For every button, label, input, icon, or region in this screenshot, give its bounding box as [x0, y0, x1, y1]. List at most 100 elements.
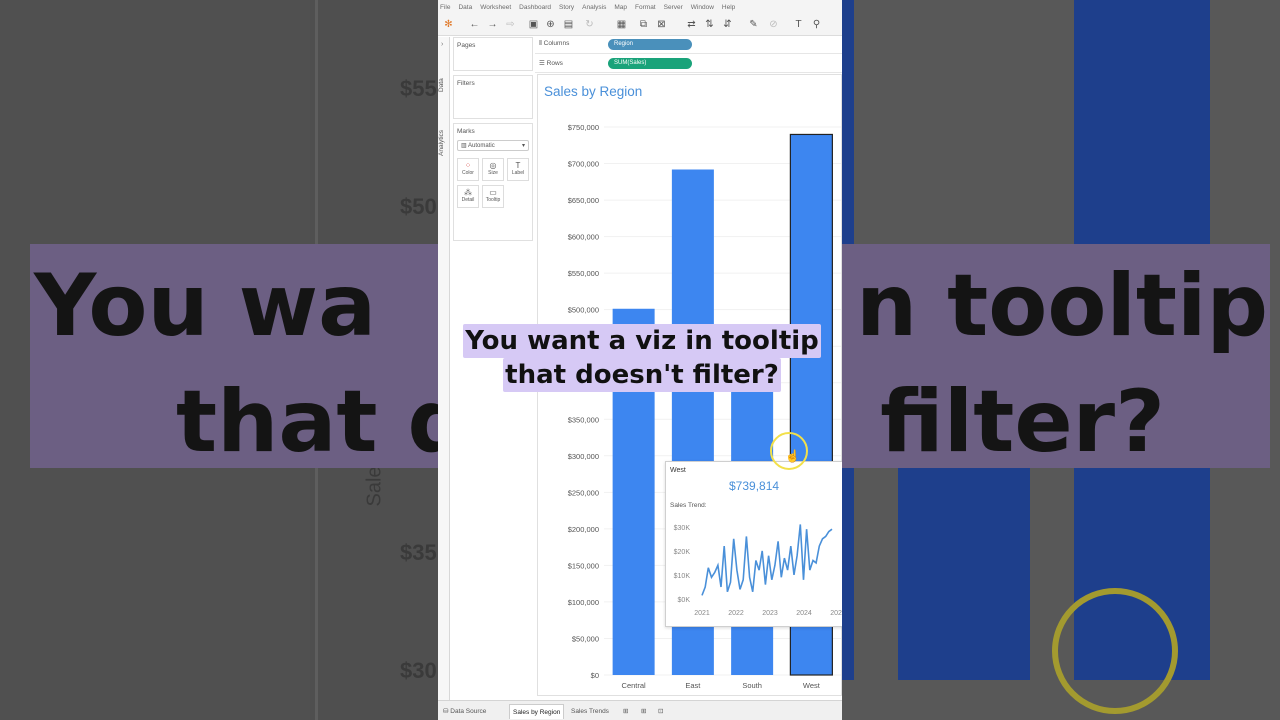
pause-updates-icon[interactable]: ▤	[563, 19, 574, 30]
trend-x-tick: 2022	[728, 610, 744, 617]
columns-label: ⦀ Columns	[539, 40, 570, 47]
new-dashboard-icon[interactable]: ⊞	[638, 704, 649, 719]
x-tick-label: South	[742, 681, 762, 690]
rows-shelf[interactable]: ☰ Rows SUM(Sales)	[535, 55, 842, 73]
group-icon[interactable]: ⊘	[768, 19, 779, 30]
color-button[interactable]: ⁘ Color	[457, 158, 479, 181]
new-story-icon[interactable]: ⊡	[655, 704, 666, 719]
refresh-icon[interactable]: ↻	[584, 19, 595, 30]
menu-window[interactable]: Window	[691, 4, 714, 11]
filters-card[interactable]: Filters	[453, 75, 533, 119]
pages-card[interactable]: Pages	[453, 37, 533, 71]
sum-sales-pill[interactable]: SUM(Sales)	[608, 58, 692, 69]
bg-bar	[898, 468, 1030, 680]
trend-y-tick: $0K	[678, 597, 691, 604]
collapse-arrow-icon[interactable]: ›	[441, 41, 443, 48]
bg-caption-text: n tooltip	[856, 256, 1269, 356]
bg-axis-label: $35	[400, 540, 437, 565]
menu-help[interactable]: Help	[722, 4, 735, 11]
label-button[interactable]: T Label	[507, 158, 529, 181]
bar-chart-icon: ▥	[461, 143, 469, 149]
highlight-icon[interactable]: ✎	[748, 19, 759, 30]
save-icon[interactable]: ▣	[528, 19, 539, 30]
tooltip-button[interactable]: ▭ Tooltip	[482, 185, 504, 208]
bg-caption-text: that d	[176, 372, 469, 472]
bg-axis-label: $50	[400, 194, 437, 219]
size-icon: ◎	[489, 161, 497, 170]
menu-file[interactable]: File	[440, 4, 450, 11]
tab-analytics[interactable]: Analytics	[438, 125, 450, 160]
y-tick-label: $350,000	[568, 415, 599, 424]
trend-x-tick: 2021	[694, 610, 710, 617]
bg-caption-text: filter?	[880, 372, 1165, 472]
menu-bar: File Data Worksheet Dashboard Story Anal…	[438, 0, 842, 15]
trend-x-tick: 2025	[830, 610, 842, 617]
x-tick-label: West	[803, 681, 821, 690]
trend-x-tick: 2024	[796, 610, 812, 617]
menu-map[interactable]: Map	[614, 4, 627, 11]
mark-type-value: Automatic	[468, 143, 495, 149]
replay-icon[interactable]: ⇨	[505, 19, 516, 30]
pin-icon[interactable]: ⚲	[811, 19, 822, 30]
sort-desc-icon[interactable]: ⇵	[722, 19, 733, 30]
menu-worksheet[interactable]: Worksheet	[480, 4, 511, 11]
trend-line	[701, 524, 833, 596]
clear-sheet-icon[interactable]: ⊠	[656, 19, 667, 30]
sheet-tab-bar: ⛁ Data Source Sales by Region Sales Tren…	[438, 700, 842, 720]
y-tick-label: $150,000	[568, 561, 599, 570]
y-tick-label: $550,000	[568, 269, 599, 278]
color-label: Color	[462, 170, 474, 176]
y-tick-label: $50,000	[572, 634, 599, 643]
y-tick-label: $200,000	[568, 525, 599, 534]
text-icon: T	[515, 161, 521, 170]
y-tick-label: $500,000	[568, 306, 599, 315]
caption-overlay: You want a viz in tooltip that doesn't f…	[446, 324, 838, 392]
y-tick-label: $300,000	[568, 452, 599, 461]
redo-icon[interactable]: →	[487, 19, 498, 30]
chevron-down-icon: ▾	[521, 143, 525, 149]
tableau-logo-icon[interactable]: ✻	[443, 19, 454, 30]
swap-icon[interactable]: ⇄	[686, 19, 697, 30]
tab-data[interactable]: Data	[438, 75, 450, 95]
tab-sales-trends[interactable]: Sales Trends	[568, 704, 612, 719]
detail-icon: ⁂	[464, 188, 472, 197]
y-tick-label: $0	[591, 671, 599, 680]
size-label: Size	[488, 170, 498, 176]
labels-icon[interactable]: T	[793, 19, 804, 30]
bg-caption-text: You wa	[34, 256, 377, 356]
filters-title: Filters	[457, 80, 475, 87]
y-tick-label: $250,000	[568, 488, 599, 497]
mark-type-select[interactable]: ▥ Automatic ▾	[457, 140, 529, 151]
detail-button[interactable]: ⁂ Detail	[457, 185, 479, 208]
data-source-tab[interactable]: ⛁ Data Source	[440, 704, 489, 719]
hand-cursor-icon: ☝	[785, 449, 800, 463]
menu-format[interactable]: Format	[635, 4, 656, 11]
columns-shelf[interactable]: ⦀ Columns Region	[535, 36, 842, 54]
trend-y-tick: $20K	[674, 549, 691, 556]
marks-card: Marks ▥ Automatic ▾ ⁘ Color ◎ Size T Label …	[453, 123, 533, 241]
menu-server[interactable]: Server	[664, 4, 683, 11]
y-tick-label: $650,000	[568, 196, 599, 205]
new-datasource-icon[interactable]: ⊕	[545, 19, 556, 30]
duplicate-sheet-icon[interactable]: ⧉	[638, 19, 649, 30]
y-tick-label: $100,000	[568, 598, 599, 607]
size-button[interactable]: ◎ Size	[482, 158, 504, 181]
undo-icon[interactable]: ←	[469, 19, 480, 30]
tab-sales-by-region[interactable]: Sales by Region	[509, 704, 565, 719]
new-worksheet-icon[interactable]: ⊞	[620, 704, 631, 719]
menu-analysis[interactable]: Analysis	[582, 4, 606, 11]
trend-x-tick: 2023	[762, 610, 778, 617]
tooltip-label: Tooltip	[485, 197, 501, 203]
marks-title: Marks	[457, 128, 475, 135]
region-pill[interactable]: Region	[608, 39, 692, 50]
new-sheet-icon[interactable]: ▦	[616, 19, 627, 30]
viz-in-tooltip: West $739,814 Sales Trend: $0K $10K $20K $3…	[665, 461, 842, 627]
sort-asc-icon[interactable]: ⇅	[704, 19, 715, 30]
x-tick-label: East	[685, 681, 701, 690]
menu-data[interactable]: Data	[458, 4, 472, 11]
menu-story[interactable]: Story	[559, 4, 574, 11]
label-label: Label	[511, 170, 525, 176]
bg-axis-label: $30	[400, 658, 437, 683]
menu-dashboard[interactable]: Dashboard	[519, 4, 551, 11]
bg-axis-label: $55	[400, 76, 437, 101]
